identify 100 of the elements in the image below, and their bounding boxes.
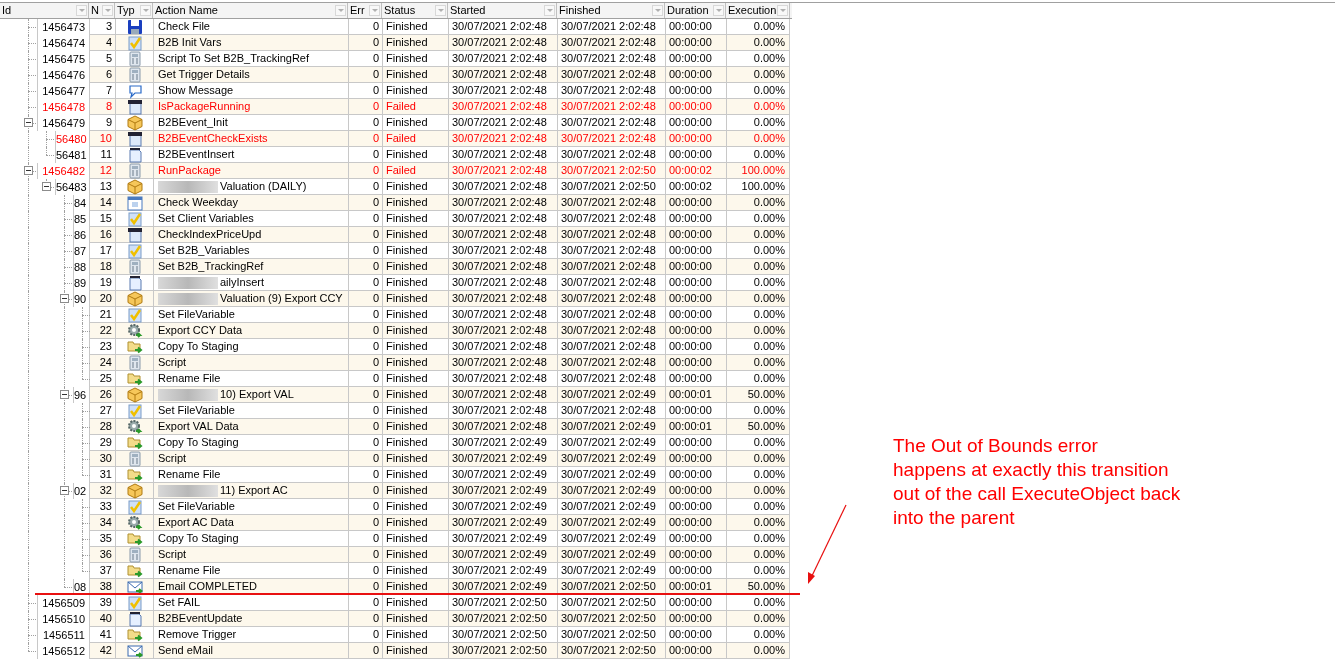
finished-cell: 30/07/2021 2:02:50 [557,611,665,627]
duration-cell: 00:00:00 [665,403,726,419]
step-number-cell: 14 [89,195,115,211]
action-name: B2BEvent_Init [158,115,228,130]
checkmark-icon [126,594,143,611]
status-cell: Finished [382,211,448,227]
column-header[interactable]: Err [348,3,382,18]
folder-arrow-icon [126,530,143,547]
status-cell: Finished [382,355,448,371]
step-number-cell: 40 [89,611,115,627]
filter-dropdown-icon[interactable] [102,5,113,16]
started-cell: 30/07/2021 2:02:48 [448,339,557,355]
execution-cell: 0.00% [726,451,790,467]
duration-cell: 00:00:00 [665,211,726,227]
duration-cell: 00:00:00 [665,99,726,115]
status-cell: Finished [382,35,448,51]
started-cell: 30/07/2021 2:02:48 [448,227,557,243]
filter-dropdown-icon[interactable] [544,5,555,16]
filter-dropdown-icon[interactable] [435,5,446,16]
column-header[interactable]: Action Name [153,3,348,18]
tree-toggle[interactable] [42,182,51,191]
status-cell: Finished [382,403,448,419]
action-name: Rename File [158,563,221,578]
execution-cell: 0.00% [726,259,790,275]
duration-cell: 00:00:00 [665,355,726,371]
duration-cell: 00:00:00 [665,467,726,483]
error-count-cell: 0 [348,19,382,35]
filter-dropdown-icon[interactable] [652,5,663,16]
execution-cell: 0.00% [726,627,790,643]
execution-cell: 0.00% [726,403,790,419]
envelope-icon [126,578,143,595]
tree-toggle[interactable] [24,118,33,127]
started-cell: 30/07/2021 2:02:48 [448,275,557,291]
tree-toggle[interactable] [60,486,69,495]
started-cell: 30/07/2021 2:02:48 [448,211,557,227]
action-name: IsPackageRunning [158,99,251,114]
duration-cell: 00:00:00 [665,371,726,387]
execution-cell: 0.00% [726,499,790,515]
package-icon [126,290,143,307]
tree-toggle[interactable] [60,294,69,303]
filter-dropdown-icon[interactable] [140,5,151,16]
action-name: Set FileVariable [158,403,235,418]
finished-cell: 30/07/2021 2:02:49 [557,515,665,531]
tree-toggle[interactable] [24,166,33,175]
column-header[interactable]: N [89,3,115,18]
step-number-cell: 36 [89,547,115,563]
started-cell: 30/07/2021 2:02:48 [448,419,557,435]
checkmark-icon [126,306,143,323]
duration-cell: 00:00:01 [665,419,726,435]
started-cell: 30/07/2021 2:02:48 [448,115,557,131]
action-name: Valuation (9) Export CCY [220,291,343,306]
execution-cell: 0.00% [726,307,790,323]
error-count-cell: 0 [348,211,382,227]
step-number-cell: 21 [89,307,115,323]
status-cell: Finished [382,595,448,611]
duration-cell: 00:00:00 [665,115,726,131]
step-number-cell: 41 [89,627,115,643]
action-name: Set FAIL [158,595,201,610]
filter-dropdown-icon[interactable] [713,5,724,16]
started-cell: 30/07/2021 2:02:48 [448,291,557,307]
filter-dropdown-icon[interactable] [335,5,346,16]
status-cell: Finished [382,643,448,659]
started-cell: 30/07/2021 2:02:50 [448,627,557,643]
filter-dropdown-icon[interactable] [777,5,788,16]
column-header[interactable]: Typ [115,3,153,18]
duration-cell: 00:00:00 [665,259,726,275]
duration-cell: 00:00:00 [665,19,726,35]
column-header[interactable]: Finished [557,3,665,18]
execution-cell: 0.00% [726,275,790,291]
action-name: Valuation (DAILY) [220,179,307,194]
step-number-cell: 7 [89,83,115,99]
column-header[interactable]: Duration [665,3,726,18]
status-cell: Finished [382,611,448,627]
started-cell: 30/07/2021 2:02:48 [448,195,557,211]
status-cell: Finished [382,547,448,563]
filter-dropdown-icon[interactable] [76,5,87,16]
execution-cell: 0.00% [726,547,790,563]
column-header[interactable]: Execution [726,3,790,18]
duration-cell: 00:00:00 [665,227,726,243]
duration-cell: 00:00:00 [665,643,726,659]
finished-cell: 30/07/2021 2:02:50 [557,163,665,179]
finished-cell: 30/07/2021 2:02:48 [557,35,665,51]
finished-cell: 30/07/2021 2:02:48 [557,19,665,35]
execution-cell: 0.00% [726,515,790,531]
action-name: RunPackage [158,163,221,178]
column-header[interactable]: Id [0,3,89,18]
finished-cell: 30/07/2021 2:02:48 [557,355,665,371]
column-header[interactable]: Status [382,3,448,18]
filter-dropdown-icon[interactable] [369,5,380,16]
step-number-cell: 29 [89,435,115,451]
duration-cell: 00:00:00 [665,275,726,291]
column-header[interactable]: Started [448,3,557,18]
duration-cell: 00:00:02 [665,163,726,179]
finished-cell: 30/07/2021 2:02:48 [557,131,665,147]
error-count-cell: 0 [348,547,382,563]
started-cell: 30/07/2021 2:02:49 [448,515,557,531]
step-number-cell: 39 [89,595,115,611]
duration-cell: 00:00:00 [665,51,726,67]
tree-toggle[interactable] [60,390,69,399]
finished-cell: 30/07/2021 2:02:48 [557,195,665,211]
